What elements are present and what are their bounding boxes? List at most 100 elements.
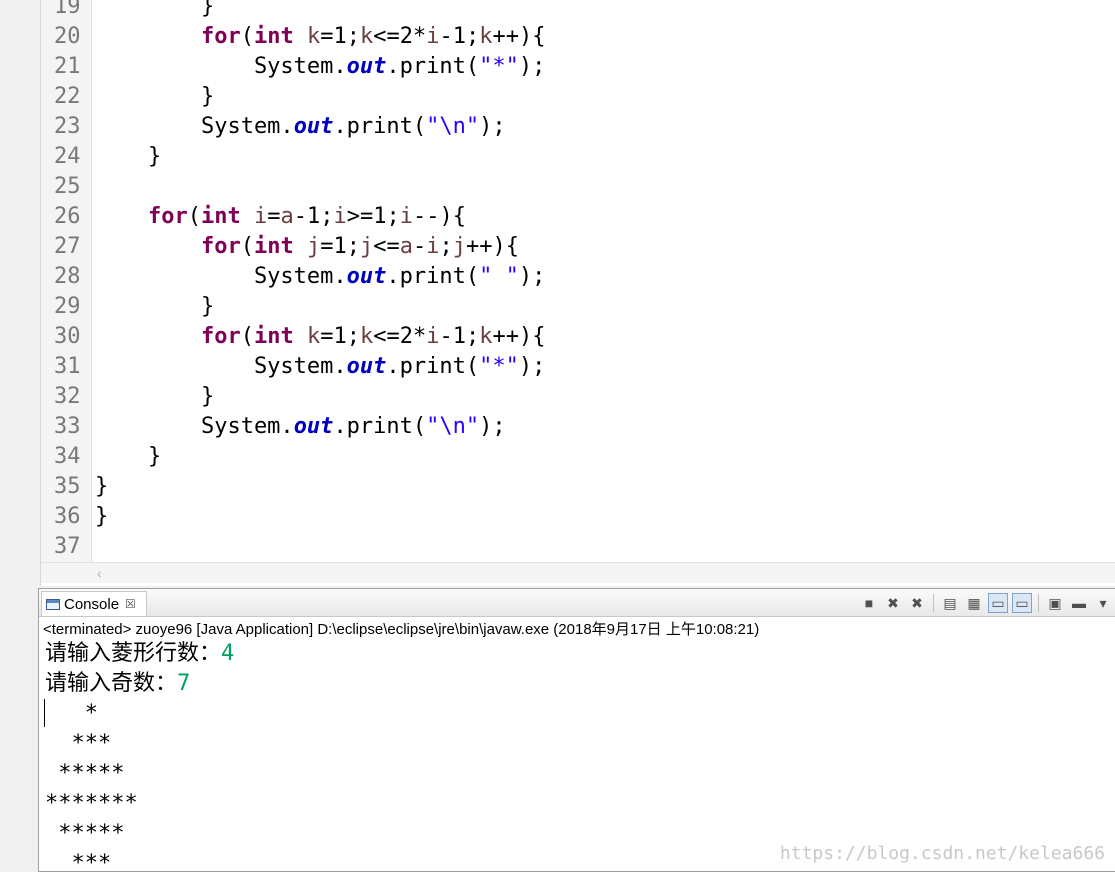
remove-all-terminated-icon[interactable]: ✖: [907, 593, 927, 613]
line-number: 28: [54, 264, 81, 289]
close-icon[interactable]: ☒: [125, 597, 136, 611]
code-token: i: [426, 24, 440, 49]
code-token: ;: [439, 234, 453, 259]
code-editor[interactable]: 19 } 20 for(int k=1;k<=2*i-1;k++){21 Syst…: [0, 0, 1115, 586]
pin-console-icon[interactable]: ▣: [1045, 593, 1065, 613]
code-text: System.out.print("\n");: [95, 112, 506, 142]
code-token: -1;: [293, 204, 334, 229]
code-token: a: [399, 234, 413, 259]
remove-launch-icon[interactable]: ✖: [883, 593, 903, 613]
code-token: (: [240, 24, 254, 49]
code-token: =: [267, 204, 281, 229]
code-token: System.: [95, 354, 347, 379]
line-number: 32: [54, 384, 81, 409]
show-on-stdout-icon[interactable]: ▭: [988, 593, 1008, 613]
code-token: }: [95, 144, 162, 169]
code-token: out: [346, 264, 387, 289]
tab-console[interactable]: Console ☒: [41, 591, 147, 616]
terminate-icon[interactable]: ■: [859, 593, 879, 613]
code-token: -: [412, 234, 427, 259]
code-token: --){: [412, 204, 466, 229]
code-text: for(int j=1;j<=a-i;j++){: [95, 232, 519, 262]
code-token: }: [95, 444, 162, 469]
code-token: j: [306, 234, 321, 259]
console-output-line: *****: [45, 761, 125, 786]
line-number: 20: [54, 24, 81, 49]
watermark: https://blog.csdn.net/kelea666: [779, 843, 1105, 864]
code-token: k: [359, 24, 374, 49]
code-token: i: [426, 234, 440, 259]
console-output-line: ***: [45, 731, 112, 756]
code-token: }: [95, 384, 215, 409]
show-on-stderr-icon[interactable]: ▭: [1012, 593, 1032, 613]
code-token: ++){: [492, 24, 546, 49]
code-token: k: [359, 324, 374, 349]
code-token: int: [253, 324, 294, 349]
code-token: System.: [95, 54, 347, 79]
view-menu-icon[interactable]: ▾: [1093, 593, 1113, 613]
code-token: int: [253, 24, 294, 49]
code-text: System.out.print("*");: [95, 52, 545, 82]
code-token: <=: [373, 234, 400, 259]
code-token: j: [452, 234, 466, 259]
line-number: 35: [54, 474, 81, 499]
code-token: -1;: [439, 324, 480, 349]
code-token: =1;: [320, 24, 360, 49]
word-wrap-icon[interactable]: ▦: [964, 593, 984, 613]
code-token: for: [200, 24, 241, 49]
code-token: .print(: [333, 414, 427, 439]
console-icon: [46, 598, 60, 610]
code-token: ++){: [465, 234, 519, 259]
code-text: }: [95, 142, 161, 172]
scroll-left-icon[interactable]: ‹: [97, 563, 102, 583]
line-number: 23: [54, 114, 81, 139]
display-console-icon[interactable]: ▬: [1069, 593, 1089, 613]
code-token: .print(: [386, 54, 480, 79]
code-token: ++){: [492, 324, 546, 349]
code-token: }: [95, 84, 215, 109]
code-token: k: [479, 324, 493, 349]
code-token: =1;: [320, 324, 360, 349]
editor-horizontal-scrollbar[interactable]: ‹: [41, 562, 1115, 583]
line-number: 31: [54, 354, 81, 379]
code-token: k: [306, 324, 321, 349]
code-token: <=2*: [373, 24, 427, 49]
console-tab-bar: Console ☒ ■ ✖ ✖ ▤ ▦ ▭ ▭ ▣ ▬ ▾ □: [39, 589, 1115, 617]
line-number: 33: [54, 414, 81, 439]
code-token: for: [200, 324, 241, 349]
console-output-line: *******: [45, 791, 138, 816]
line-number: 26: [54, 204, 81, 229]
prompt-label: 请输入菱形行数：: [45, 641, 222, 666]
console-prompt-line: 请输入菱形行数：4: [45, 639, 234, 669]
scroll-lock-icon[interactable]: ▤: [940, 593, 960, 613]
code-token: );: [518, 264, 546, 289]
line-number: 25: [54, 174, 81, 199]
tab-console-label: Console: [64, 595, 120, 613]
toolbar-separator: [1038, 594, 1039, 612]
code-token: >=1;: [346, 204, 400, 229]
code-text: }: [95, 382, 214, 412]
code-token: }: [95, 474, 109, 499]
code-token: );: [518, 54, 546, 79]
code-token: }: [95, 504, 109, 529]
code-token: System.: [95, 114, 294, 139]
launch-status: <terminated> zuoye96 [Java Application] …: [43, 621, 760, 638]
user-input-value: 7: [177, 671, 191, 696]
code-token: i: [399, 204, 413, 229]
code-text: }: [95, 292, 214, 322]
code-text: for(int k=1;k<=2*i-1;k++){: [95, 322, 545, 352]
code-token: out: [293, 414, 334, 439]
code-token: for: [200, 234, 241, 259]
user-input-value: 4: [221, 641, 235, 666]
code-token: .print(: [386, 264, 480, 289]
code-token: i: [253, 204, 268, 229]
code-token: .print(: [386, 354, 480, 379]
code-token: "*": [479, 354, 519, 379]
console-prompt-line: 请输入奇数：7: [45, 669, 190, 699]
toolbar-separator: [933, 594, 934, 612]
code-token: }: [95, 0, 215, 19]
code-token: j: [359, 234, 374, 259]
code-token: (: [240, 324, 254, 349]
